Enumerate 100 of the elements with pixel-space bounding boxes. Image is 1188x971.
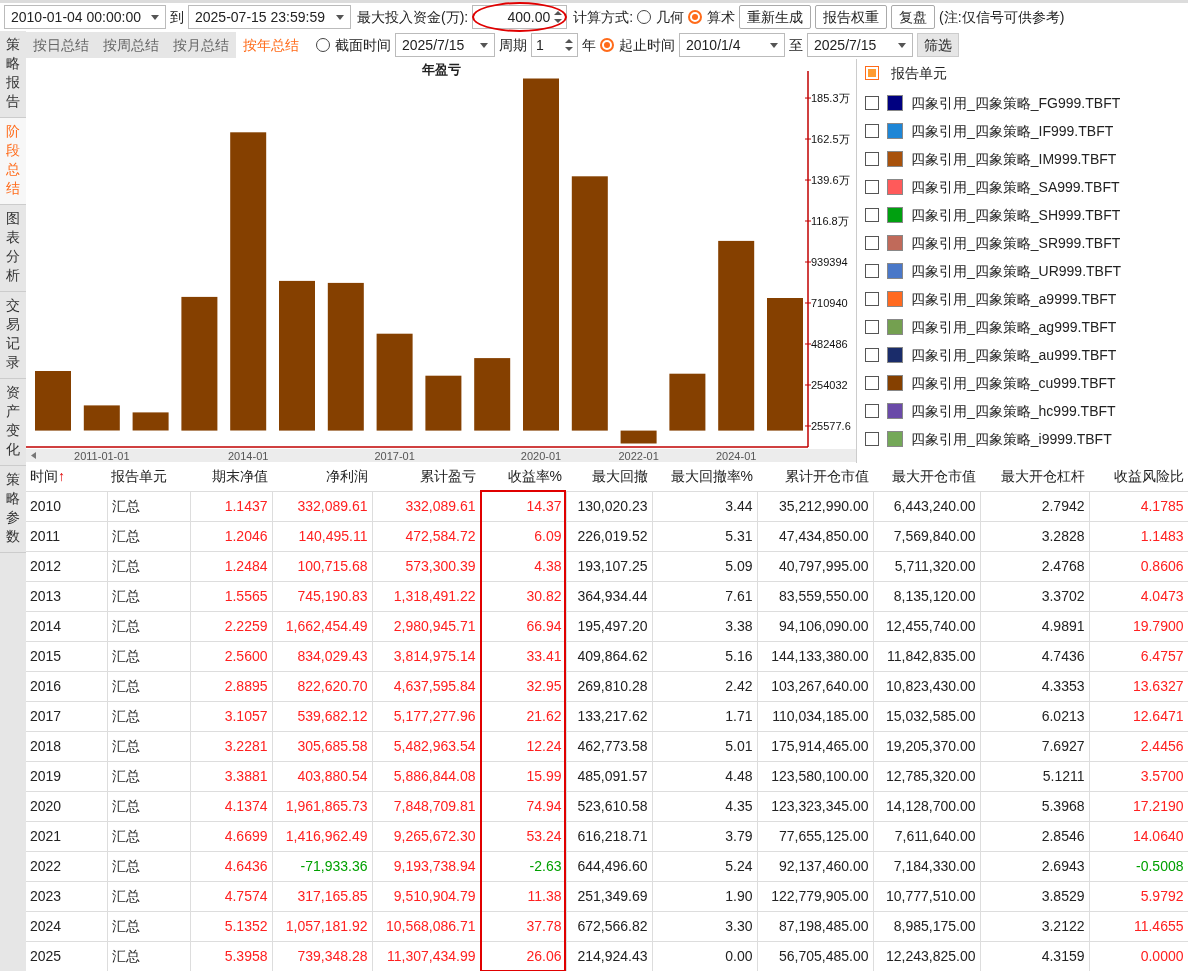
checkbox[interactable] xyxy=(865,376,879,390)
column-header[interactable]: 累计开仓市值 xyxy=(757,463,873,491)
dropdown[interactable]: 2010/1/4 xyxy=(679,33,785,57)
table-cell: 616,218.71 xyxy=(566,821,652,851)
radio-option[interactable]: 截面时间 xyxy=(316,34,391,56)
spinner-icon xyxy=(565,38,573,52)
table-cell: 1.2484 xyxy=(190,551,272,581)
button[interactable]: 复盘 xyxy=(891,5,936,29)
table-cell: 672,566.82 xyxy=(566,911,652,941)
table-cell: 4.6699 xyxy=(190,821,272,851)
table-cell: 汇总 xyxy=(107,911,190,941)
column-header[interactable]: 最大开仓杠杆 xyxy=(980,463,1089,491)
table-cell: 1.2046 xyxy=(190,521,272,551)
table-cell: 12,243,825.00 xyxy=(873,941,980,971)
tab[interactable]: 按日总结 xyxy=(26,32,96,58)
dropdown[interactable]: 2025-07-15 23:59:59 xyxy=(188,5,351,29)
checkbox[interactable] xyxy=(865,124,879,138)
table-cell: 4.1374 xyxy=(190,791,272,821)
table-cell: 2.42 xyxy=(652,671,757,701)
column-header[interactable]: 最大回撤 xyxy=(566,463,652,491)
checkbox[interactable] xyxy=(865,180,879,194)
table-cell: 409,864.62 xyxy=(566,641,652,671)
table-cell: -2.63 xyxy=(480,851,566,881)
column-header[interactable]: 最大回撤率% xyxy=(652,463,757,491)
scroll-left-icon xyxy=(31,452,36,459)
checkbox[interactable] xyxy=(865,292,879,306)
table-cell: 2025 xyxy=(26,941,107,971)
dropdown[interactable]: 2010-01-04 00:00:00 xyxy=(4,5,166,29)
column-header[interactable]: 最大开仓市值 xyxy=(873,463,980,491)
label: 周期 xyxy=(499,35,527,55)
table-cell: 7,848,709.81 xyxy=(372,791,480,821)
table-cell: 144,133,380.00 xyxy=(757,641,873,671)
checkbox[interactable] xyxy=(865,404,879,418)
checkbox[interactable] xyxy=(865,96,879,110)
table-cell: 2.7942 xyxy=(980,491,1089,521)
table-cell: 2013 xyxy=(26,581,107,611)
button[interactable]: 重新生成 xyxy=(739,5,812,29)
table-cell: 汇总 xyxy=(107,761,190,791)
radio-option[interactable]: 几何 xyxy=(637,6,685,28)
table-cell: 3.30 xyxy=(652,911,757,941)
table-cell: 2020 xyxy=(26,791,107,821)
checkbox[interactable] xyxy=(865,236,879,250)
dropdown[interactable]: 2025/7/15 xyxy=(395,33,495,57)
table-cell: 4.3353 xyxy=(980,671,1089,701)
table-cell: 110,034,185.00 xyxy=(757,701,873,731)
table-cell: 11,842,835.00 xyxy=(873,641,980,671)
table-cell: 123,580,100.00 xyxy=(757,761,873,791)
column-header[interactable]: 期末净值 xyxy=(190,463,272,491)
column-header[interactable]: 时间↑ xyxy=(26,463,107,491)
column-header[interactable]: 净利润 xyxy=(272,463,372,491)
table-cell: 66.94 xyxy=(480,611,566,641)
button[interactable]: 筛选 xyxy=(917,33,959,57)
legend-label: 四象引用_四象策略_i9999.TBFT xyxy=(911,429,1112,449)
table-cell: 汇总 xyxy=(107,851,190,881)
table-cell: 15.99 xyxy=(480,761,566,791)
checkbox[interactable] xyxy=(865,66,879,80)
table-cell: 2016 xyxy=(26,671,107,701)
table-cell: 226,019.52 xyxy=(566,521,652,551)
table-cell: 2,980,945.71 xyxy=(372,611,480,641)
spinner-icon xyxy=(554,10,563,24)
column-header[interactable]: 累计盈亏 xyxy=(372,463,480,491)
table-cell: 17.2190 xyxy=(1089,791,1188,821)
table-cell: 193,107.25 xyxy=(566,551,652,581)
table-cell: 4.0473 xyxy=(1089,581,1188,611)
checkbox[interactable] xyxy=(865,208,879,222)
radio-option[interactable]: 算术 xyxy=(688,6,736,28)
table-cell: 175,914,465.00 xyxy=(757,731,873,761)
table-cell: 2023 xyxy=(26,881,107,911)
table-cell: 2.8546 xyxy=(980,821,1089,851)
number-field[interactable]: 1 xyxy=(531,33,578,57)
table-cell: 5.3958 xyxy=(190,941,272,971)
table-cell: 3.1057 xyxy=(190,701,272,731)
table-cell: 19.7900 xyxy=(1089,611,1188,641)
table-cell: 523,610.58 xyxy=(566,791,652,821)
table-cell: 5.3968 xyxy=(980,791,1089,821)
legend-label: 四象引用_四象策略_IF999.TBFT xyxy=(911,121,1114,141)
number-field[interactable]: 400.00 xyxy=(472,5,568,29)
radio-option[interactable]: 起止时间 xyxy=(600,34,675,56)
column-header[interactable]: 收益风险比 xyxy=(1089,463,1188,491)
column-header[interactable]: 报告单元 xyxy=(107,463,190,491)
column-header[interactable]: 收益率% xyxy=(480,463,566,491)
tab[interactable]: 按周总结 xyxy=(96,32,166,58)
table-cell: 4.3159 xyxy=(980,941,1089,971)
tab[interactable]: 按月总结 xyxy=(166,32,236,58)
table-cell: 2014 xyxy=(26,611,107,641)
table-cell: 30.82 xyxy=(480,581,566,611)
table-cell: 3.3702 xyxy=(980,581,1089,611)
checkbox[interactable] xyxy=(865,152,879,166)
table-cell: 2019 xyxy=(26,761,107,791)
checkbox[interactable] xyxy=(865,320,879,334)
checkbox[interactable] xyxy=(865,348,879,362)
button[interactable]: 报告权重 xyxy=(815,5,888,29)
table-cell: 4.7436 xyxy=(980,641,1089,671)
table-cell: 7.61 xyxy=(652,581,757,611)
table-cell: 87,198,485.00 xyxy=(757,911,873,941)
checkbox[interactable] xyxy=(865,264,879,278)
bar xyxy=(620,430,657,444)
checkbox[interactable] xyxy=(865,432,879,446)
dropdown[interactable]: 2025/7/15 xyxy=(807,33,913,57)
tick-label: 2020-01 xyxy=(520,450,562,462)
